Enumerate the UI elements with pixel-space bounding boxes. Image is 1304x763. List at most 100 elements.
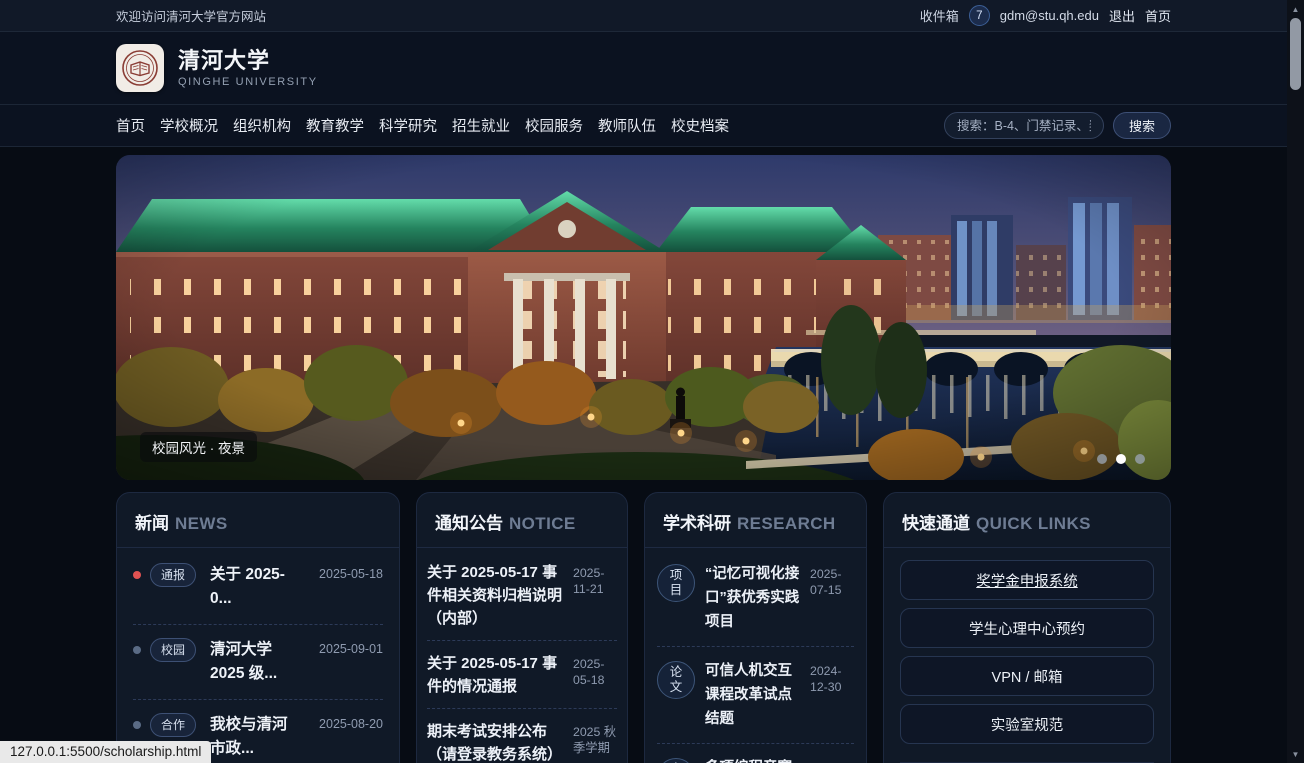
notice-item-title[interactable]: 关于 2025-05-17 事件的情况通报: [427, 652, 569, 698]
notice-card-header: 通知公告 NOTICE: [417, 493, 627, 548]
carousel-dots: [1097, 454, 1145, 464]
nav-search-area: 搜索: [944, 112, 1171, 139]
cards-row: 新闻 NEWS 通报 关于 2025-0... 2025-05-18 校园: [116, 492, 1171, 763]
nav-link[interactable]: 学校概况: [160, 115, 218, 136]
notice-item-title[interactable]: 关于 2025-05-17 事件相关资料归档说明（内部）: [427, 561, 569, 630]
news-item-title[interactable]: 清河大学 2025 级...: [210, 638, 288, 686]
nav-link[interactable]: 科学研究: [379, 115, 437, 136]
vertical-scrollbar[interactable]: ▲ ▼: [1287, 0, 1304, 763]
research-item-date: 2024-12-30: [810, 659, 854, 695]
research-item[interactable]: 项目 “记忆可视化接口”获优秀实践项目 2025-07-15: [657, 550, 854, 647]
university-homepage: 欢迎访问清河大学官方网站 收件箱 7 gdm@stu.qh.edu 退出 首页: [0, 0, 1304, 763]
notice-item[interactable]: 期末考试安排公布（请登录教务系统） 2025 秋季学期: [427, 709, 617, 763]
news-item[interactable]: 通报 关于 2025-0... 2025-05-18: [133, 550, 383, 625]
nav-link[interactable]: 招生就业: [452, 115, 510, 136]
inbox-count-badge[interactable]: 7: [969, 5, 990, 26]
research-type-badge: 项目: [657, 564, 695, 602]
notice-item[interactable]: 关于 2025-05-17 事件相关资料归档说明（内部） 2025-11-21: [427, 550, 617, 641]
research-card: 学术科研RESEARCH 项目 “记忆可视化接口”获优秀实践项目 2025-07…: [644, 492, 867, 763]
news-item-date: 2025-05-18: [319, 563, 383, 581]
scroll-up-icon[interactable]: ▲: [1287, 1, 1304, 17]
quicklink-button[interactable]: 实验室规范: [900, 704, 1154, 744]
hero-carousel: 校园风光 · 夜景: [116, 155, 1171, 480]
main-content: 校园风光 · 夜景 新闻 NEWS 通报: [0, 147, 1287, 763]
research-item-title[interactable]: 可信人机交互课程改革试点结题: [705, 659, 806, 731]
research-item-title[interactable]: “记忆可视化接口”获优秀实践项目: [705, 562, 806, 634]
research-item[interactable]: 论文 可信人机交互课程改革试点结题 2024-12-30: [657, 647, 854, 744]
news-card: 新闻 NEWS 通报 关于 2025-0... 2025-05-18 校园: [116, 492, 400, 763]
carousel-dot[interactable]: [1097, 454, 1107, 464]
search-button[interactable]: 搜索: [1113, 112, 1171, 139]
bullet-dot-icon: [133, 721, 141, 729]
logout-link[interactable]: 退出: [1109, 6, 1135, 25]
notice-item-date: 2025-11-21: [573, 561, 617, 597]
news-tag-badge: 合作: [150, 713, 196, 737]
site-title-block: 清河大学 QINGHE UNIVERSITY: [178, 48, 318, 88]
research-item[interactable]: 竞赛 多项编程竞赛学生获奖 2025-05-06: [657, 744, 854, 763]
carousel-dot[interactable]: [1116, 454, 1126, 464]
carousel-dot[interactable]: [1135, 454, 1145, 464]
research-item-date: 2025-07-15: [810, 562, 854, 598]
news-item[interactable]: 校园 清河大学 2025 级... 2025-09-01: [133, 625, 383, 700]
notice-title-en: NOTICE: [509, 514, 576, 533]
nav-link[interactable]: 校史档案: [671, 115, 729, 136]
nav-link[interactable]: 组织机构: [233, 115, 291, 136]
link-preview-statusbar: 127.0.0.1:5500/scholarship.html: [0, 741, 211, 763]
news-item-title[interactable]: 关于 2025-0...: [210, 563, 288, 611]
welcome-text: 欢迎访问清河大学官方网站: [116, 6, 266, 25]
research-card-header: 学术科研RESEARCH: [645, 493, 866, 548]
university-logo[interactable]: [116, 44, 164, 92]
news-title-en: NEWS: [175, 514, 228, 533]
seal-book-icon: [120, 48, 160, 88]
hero-caption: 校园风光 · 夜景: [140, 432, 257, 462]
search-input[interactable]: [944, 112, 1104, 139]
quicklinks-list: 奖学金申报系统学生心理中心预约 VPN / 邮箱实验室规范: [884, 548, 1170, 744]
account-email: gdm@stu.qh.edu: [1000, 8, 1099, 23]
site-header: 清河大学 QINGHE UNIVERSITY: [0, 32, 1287, 104]
topbar-account-area: 收件箱 7 gdm@stu.qh.edu 退出 首页: [920, 5, 1171, 26]
nav-link[interactable]: 校园服务: [525, 115, 583, 136]
notice-list: 关于 2025-05-17 事件相关资料归档说明（内部） 2025-11-21 …: [417, 548, 627, 763]
notice-item-date: 2025 秋季学期: [573, 720, 617, 756]
bullet-dot-icon: [133, 646, 141, 654]
notice-item[interactable]: 关于 2025-05-17 事件的情况通报 2025-05-18: [427, 641, 617, 709]
research-title-cn: 学术科研: [663, 514, 731, 533]
nav-link[interactable]: 教师队伍: [598, 115, 656, 136]
topbar: 欢迎访问清河大学官方网站 收件箱 7 gdm@stu.qh.edu 退出 首页: [0, 0, 1287, 32]
research-list: 项目 “记忆可视化接口”获优秀实践项目 2025-07-15 论文 可信人机交互…: [645, 548, 866, 763]
news-title-cn: 新闻: [135, 514, 169, 533]
news-list: 通报 关于 2025-0... 2025-05-18 校园 清河大学 2025 …: [117, 548, 399, 763]
notice-item-date: 2025-05-18: [573, 652, 617, 688]
quicklink-button[interactable]: 奖学金申报系统: [900, 560, 1154, 600]
quicklinks-title-en: QUICK LINKS: [976, 514, 1091, 533]
quicklinks-title-cn: 快速通道: [902, 514, 970, 533]
campus-night-photo: [116, 155, 1171, 480]
research-item-date: 2025-05-06: [810, 756, 854, 763]
news-item-date: 2025-08-20: [319, 713, 383, 731]
news-item-title[interactable]: 我校与清河市政...: [210, 713, 288, 761]
nav-link[interactable]: 教育教学: [306, 115, 364, 136]
quicklink-button[interactable]: VPN / 邮箱: [900, 656, 1154, 696]
notice-title-cn: 通知公告: [435, 514, 503, 533]
quicklinks-card-header: 快速通道 QUICK LINKS: [884, 493, 1170, 548]
research-type-badge: 竞赛: [657, 758, 695, 763]
bullet-dot-icon: [133, 571, 141, 579]
main-nav: 首页学校概况组织机构教育教学科学研究招生就业校园服务教师队伍校史档案 搜索: [0, 104, 1287, 147]
nav-link[interactable]: 首页: [116, 115, 145, 136]
university-name-cn: 清河大学: [178, 48, 318, 74]
notice-item-title[interactable]: 期末考试安排公布（请登录教务系统）: [427, 720, 569, 763]
topbar-home-link[interactable]: 首页: [1145, 6, 1171, 25]
inbox-link[interactable]: 收件箱: [920, 6, 959, 25]
research-type-badge: 论文: [657, 661, 695, 699]
news-item-date: 2025-09-01: [319, 638, 383, 656]
university-name-en: QINGHE UNIVERSITY: [178, 76, 318, 88]
news-tag-badge: 校园: [150, 638, 196, 662]
news-tag-badge: 通报: [150, 563, 196, 587]
scroll-down-icon[interactable]: ▼: [1287, 746, 1304, 762]
scrollbar-thumb[interactable]: [1290, 18, 1301, 90]
quicklinks-card: 快速通道 QUICK LINKS 奖学金申报系统学生心理中心预约 VPN / 邮箱实…: [883, 492, 1171, 763]
nav-links: 首页学校概况组织机构教育教学科学研究招生就业校园服务教师队伍校史档案: [116, 115, 729, 136]
research-item-title[interactable]: 多项编程竞赛学生获奖: [705, 756, 806, 763]
quicklink-button[interactable]: 学生心理中心预约: [900, 608, 1154, 648]
news-card-header: 新闻 NEWS: [117, 493, 399, 548]
